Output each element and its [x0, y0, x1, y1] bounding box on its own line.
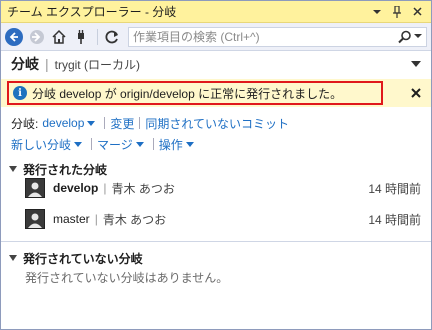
- merge-dropdown-icon[interactable]: [135, 140, 144, 149]
- close-icon[interactable]: [409, 4, 425, 20]
- published-branches-header[interactable]: 発行された分岐: [9, 161, 107, 178]
- unsynced-commits-link[interactable]: 同期されていないコミット: [145, 115, 289, 132]
- unpublished-branches-header[interactable]: 発行されていない分岐: [9, 250, 143, 267]
- branch-actions: 分岐: develop 変更 同期されていないコミット: [11, 115, 421, 131]
- back-button[interactable]: [5, 27, 23, 46]
- notification-message: 分岐 develop が origin/develop に正常に発行されました。: [32, 86, 343, 101]
- branch-row-develop[interactable]: develop | 青木 あつお 14 時間前: [25, 177, 421, 199]
- page-dropdown-icon[interactable]: [411, 59, 421, 70]
- collapse-triangle-icon[interactable]: [9, 254, 17, 263]
- branch-author: 青木 あつお: [102, 212, 167, 227]
- branch-author: 青木 あつお: [111, 181, 175, 196]
- operations-link[interactable]: 操作: [159, 136, 183, 153]
- user-avatar-icon: [25, 178, 45, 198]
- collapse-triangle-icon[interactable]: [9, 165, 17, 174]
- branch-commands: 新しい分岐 マージ 操作: [11, 136, 421, 152]
- current-branch-selector[interactable]: develop: [42, 116, 84, 130]
- branch-dropdown-icon[interactable]: [87, 119, 96, 128]
- page-header: 分岐 | trygit (ローカル): [1, 51, 431, 77]
- page-title: 分岐: [11, 56, 39, 72]
- pin-icon[interactable]: [389, 4, 405, 20]
- branch-name: develop: [53, 181, 99, 195]
- header-separator: |: [45, 56, 49, 72]
- home-icon[interactable]: [49, 27, 69, 47]
- changes-link[interactable]: 変更: [110, 115, 134, 132]
- merge-link[interactable]: マージ: [97, 136, 133, 153]
- action-separator: [91, 138, 93, 150]
- unpublished-branches-title: 発行されていない分岐: [23, 252, 143, 266]
- info-icon: i: [13, 86, 27, 100]
- action-separator: [152, 138, 154, 150]
- new-branch-dropdown-icon[interactable]: [74, 140, 83, 149]
- search-input[interactable]: 作業項目の検索 (Ctrl+^): [128, 26, 427, 47]
- dismiss-notification-icon[interactable]: [411, 85, 421, 101]
- published-branches-title: 発行された分岐: [23, 163, 108, 177]
- branch-row-master[interactable]: master | 青木 あつお 14 時間前: [25, 208, 421, 230]
- title-bar: チーム エクスプローラー - 分岐: [1, 1, 431, 23]
- toolbar: 作業項目の検索 (Ctrl+^): [1, 23, 431, 51]
- connect-plug-icon[interactable]: [71, 27, 91, 47]
- branch-label: 分岐:: [11, 116, 39, 131]
- branch-time: 14 時間前: [368, 181, 421, 196]
- search-dropdown-icon[interactable]: [414, 32, 422, 41]
- search-placeholder: 作業項目の検索 (Ctrl+^): [133, 30, 260, 44]
- window-title: チーム エクスプローラー - 分岐: [7, 5, 177, 19]
- section-divider: [1, 241, 431, 242]
- repository-name: trygit (ローカル): [54, 57, 140, 72]
- action-separator: [104, 117, 106, 129]
- operations-dropdown-icon[interactable]: [185, 140, 194, 149]
- team-explorer-window: チーム エクスプローラー - 分岐 作業項目の検索 (Ctrl+^) 分岐 | …: [0, 0, 432, 330]
- branch-separator: |: [94, 212, 98, 226]
- action-separator: [139, 117, 141, 129]
- branch-name: master: [53, 212, 90, 226]
- user-avatar-icon: [25, 209, 45, 229]
- refresh-icon[interactable]: [102, 27, 122, 47]
- new-branch-link[interactable]: 新しい分岐: [11, 136, 71, 153]
- notification-highlight: i 分岐 develop が origin/develop に正常に発行されまし…: [7, 81, 383, 105]
- branch-time: 14 時間前: [368, 212, 421, 227]
- dropdown-icon[interactable]: [369, 4, 385, 20]
- forward-button[interactable]: [27, 27, 47, 47]
- empty-branches-message: 発行されていない分岐はありません。: [25, 271, 229, 285]
- branch-separator: |: [103, 181, 107, 195]
- notification-banner: i 分岐 develop が origin/develop に正常に発行されまし…: [1, 79, 431, 107]
- toolbar-separator: [97, 28, 98, 45]
- search-icon[interactable]: [398, 30, 412, 44]
